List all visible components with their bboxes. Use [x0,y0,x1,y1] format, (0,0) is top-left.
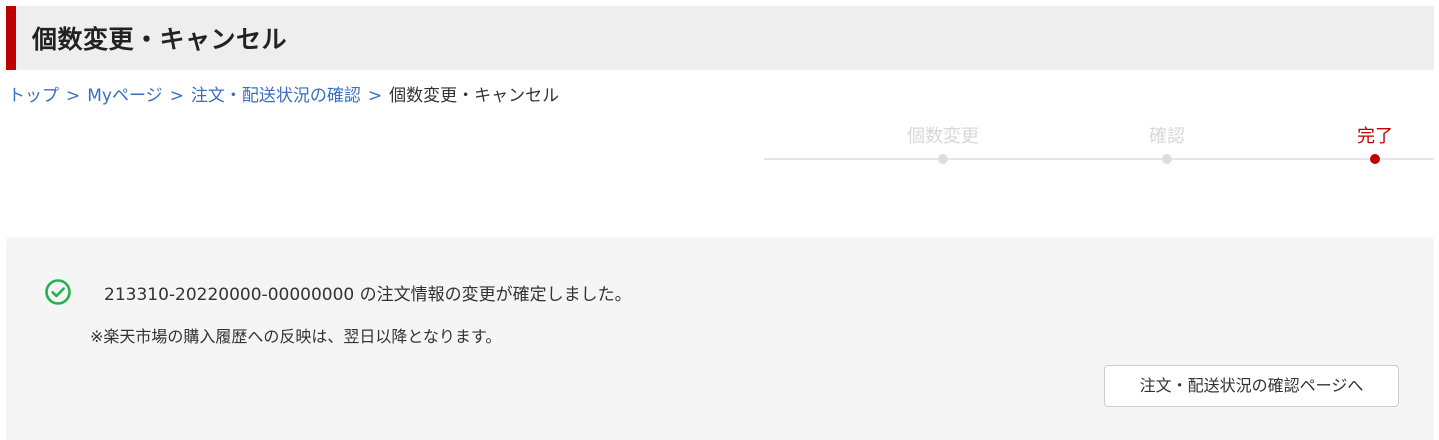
check-circle-icon [45,279,71,305]
breadcrumb-order-status[interactable]: 注文・配送状況の確認 [191,86,361,106]
breadcrumb-top[interactable]: トップ [8,86,59,106]
breadcrumb-mypage[interactable]: Myページ [87,86,162,106]
breadcrumb: トップ > Myページ > 注文・配送状況の確認 > 個数変更・キャンセル [8,81,559,106]
breadcrumb-separator: > [367,86,383,106]
step-dot-confirm [1162,154,1172,164]
breadcrumb-current: 個数変更・キャンセル [389,86,560,106]
step-label-complete: 完了 [1357,126,1393,147]
page-title: 個数変更・キャンセル [32,25,288,54]
breadcrumb-separator: > [66,86,81,106]
step-dot-quantity-change [938,154,948,164]
stepper-line [764,158,1434,160]
step-label-confirm: 確認 [1149,126,1185,147]
header-accent-bar [6,6,16,70]
page-header: 個数変更・キャンセル [6,6,1434,70]
confirmation-message: 213310-20220000-00000000 の注文情報の変更が確定しました… [104,285,632,305]
breadcrumb-separator: > [169,86,184,106]
progress-stepper: 個数変更 確認 完了 [764,118,1434,178]
order-status-page-button[interactable]: 注文・配送状況の確認ページへ [1104,365,1399,407]
history-note: ※楽天市場の購入履歴への反映は、翌日以降となります。 [90,327,502,346]
step-dot-complete [1370,154,1380,164]
step-label-quantity-change: 個数変更 [907,126,979,147]
